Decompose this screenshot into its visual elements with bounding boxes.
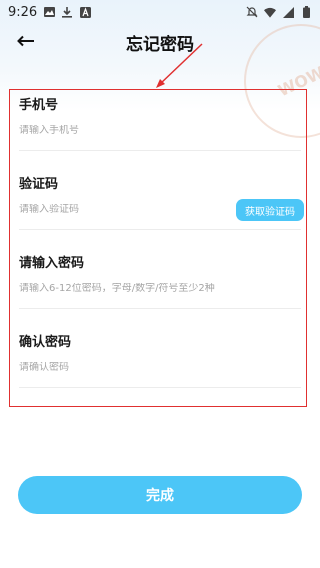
get-code-button[interactable]: 获取验证码 <box>236 199 304 221</box>
done-button[interactable]: 完成 <box>18 476 302 514</box>
field-divider <box>19 387 301 388</box>
download-icon <box>61 6 73 18</box>
status-time: 9:26 <box>8 4 38 20</box>
page-title: 忘记密码 <box>126 35 194 55</box>
code-input[interactable] <box>19 204 209 215</box>
form-highlight-box: 手机号 验证码 获取验证码 请输入密码 确认密码 <box>9 89 307 407</box>
password-input[interactable] <box>19 283 301 294</box>
status-bar: 9:26 <box>0 0 320 24</box>
header: 忘记密码 <box>0 28 320 55</box>
status-left: 9:26 <box>8 5 91 20</box>
phone-input[interactable] <box>19 125 279 136</box>
confirm-password-input[interactable] <box>19 362 279 373</box>
field-divider <box>19 308 301 309</box>
wifi-icon <box>264 6 276 18</box>
image-icon <box>43 6 55 18</box>
password-label: 请输入密码 <box>19 256 85 271</box>
field-divider <box>19 150 301 151</box>
phone-label: 手机号 <box>19 98 59 113</box>
code-field-group: 验证码 获取验证码 <box>19 173 309 230</box>
confirm-password-label: 确认密码 <box>19 335 72 350</box>
signal-icon <box>282 6 294 18</box>
status-right <box>246 6 312 18</box>
code-label: 验证码 <box>19 177 59 192</box>
password-field-group: 请输入密码 <box>19 252 309 309</box>
phone-field-group: 手机号 <box>19 94 309 151</box>
a-app-icon <box>79 6 91 18</box>
mute-icon <box>246 6 258 18</box>
battery-icon <box>300 6 312 18</box>
confirm-password-field-group: 确认密码 <box>19 331 309 388</box>
field-divider <box>19 229 301 230</box>
